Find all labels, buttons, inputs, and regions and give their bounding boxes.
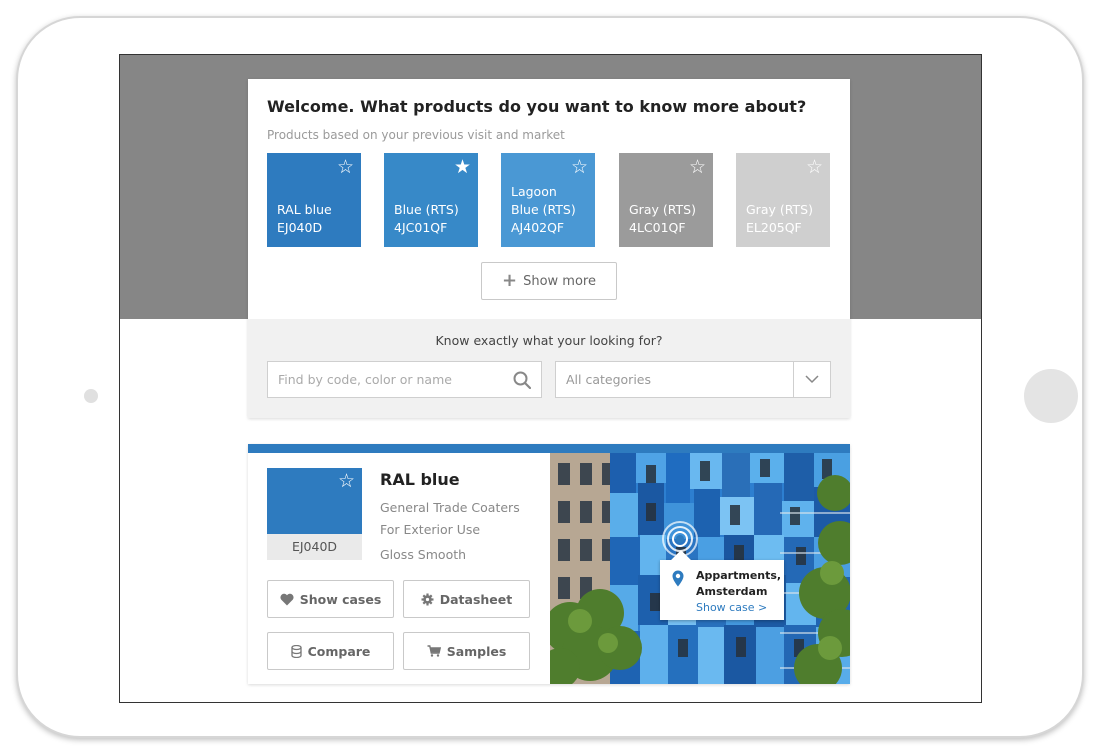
swatch-label: Blue (RTS) 4JC01QF xyxy=(394,201,459,237)
search-section: Know exactly what your looking for? All … xyxy=(248,319,850,418)
swatch-code: AJ402QF xyxy=(511,220,565,235)
show-case-link[interactable]: Show case > xyxy=(696,601,767,614)
product-name: RAL blue xyxy=(380,470,460,489)
welcome-title: Welcome. What products do you want to kn… xyxy=(267,97,807,116)
samples-button[interactable]: Samples xyxy=(403,632,530,670)
product-detail-finish: Gloss Smooth xyxy=(380,547,467,562)
star-outline-icon[interactable]: ☆ xyxy=(571,155,588,179)
swatch-label: RAL blue EJ040D xyxy=(277,201,332,237)
product-swatch-5[interactable]: ☆ Gray (RTS) EL205QF xyxy=(736,153,830,247)
swatch-label: Lagoon Blue (RTS) AJ402QF xyxy=(511,183,581,237)
heart-icon xyxy=(280,593,294,605)
cart-icon xyxy=(427,645,441,657)
star-outline-icon[interactable]: ☆ xyxy=(337,155,354,179)
swatch-name: RAL blue xyxy=(277,202,332,217)
datasheet-label: Datasheet xyxy=(439,591,513,607)
product-detail-segment: General Trade Coaters xyxy=(380,500,520,515)
chevron-down-icon xyxy=(805,375,819,384)
case-photo: Appartments, Amsterdam Show case > xyxy=(550,453,850,684)
star-outline-icon[interactable]: ☆ xyxy=(689,155,706,179)
category-select[interactable]: All categories xyxy=(555,361,831,398)
samples-label: Samples xyxy=(446,643,507,659)
welcome-card: Welcome. What products do you want to kn… xyxy=(248,79,850,418)
product-card: ☆ EJ040D RAL blue General Trade Coaters … xyxy=(248,444,850,684)
datasheet-button[interactable]: Datasheet xyxy=(403,580,530,618)
show-more-label: Show more xyxy=(523,273,596,289)
search-icon[interactable] xyxy=(513,371,531,389)
camera-dot xyxy=(84,389,98,403)
search-input[interactable] xyxy=(268,362,498,397)
product-accent-bar xyxy=(248,444,850,453)
star-filled-icon[interactable]: ★ xyxy=(454,155,471,179)
home-button[interactable] xyxy=(1024,369,1078,423)
star-outline-icon[interactable]: ☆ xyxy=(806,155,823,179)
swatch-label: Gray (RTS) 4LC01QF xyxy=(629,201,696,237)
product-swatch[interactable]: ☆ xyxy=(267,468,362,534)
database-icon xyxy=(290,644,302,658)
swatch-name: Gray (RTS) xyxy=(746,202,813,217)
gear-icon xyxy=(421,593,434,605)
product-swatch-3[interactable]: ☆ Lagoon Blue (RTS) AJ402QF xyxy=(501,153,595,247)
swatch-name: Gray (RTS) xyxy=(629,202,696,217)
category-dropdown-toggle[interactable] xyxy=(793,362,830,397)
swatch-code: EJ040D xyxy=(277,220,323,235)
search-box xyxy=(267,361,542,398)
show-cases-label: Show cases xyxy=(299,591,382,607)
location-pin-icon xyxy=(672,570,684,587)
plus-icon: + xyxy=(502,270,518,291)
product-swatch-1[interactable]: ☆ RAL blue EJ040D xyxy=(267,153,361,247)
product-swatch-4[interactable]: ☆ Gray (RTS) 4LC01QF xyxy=(619,153,713,247)
product-detail-usage: For Exterior Use xyxy=(380,522,481,537)
product-swatch-2[interactable]: ★ Blue (RTS) 4JC01QF xyxy=(384,153,478,247)
search-question: Know exactly what your looking for? xyxy=(435,333,663,348)
show-cases-button[interactable]: Show cases xyxy=(267,580,394,618)
app-screen: Welcome. What products do you want to kn… xyxy=(119,54,982,703)
compare-label: Compare xyxy=(307,643,371,659)
case-place: Appartments, Amsterdam xyxy=(696,569,782,598)
star-outline-icon[interactable]: ☆ xyxy=(338,470,355,492)
show-more-button[interactable]: + Show more xyxy=(481,262,617,300)
swatch-code: EL205QF xyxy=(746,220,802,235)
swatch-name: Lagoon Blue (RTS) xyxy=(511,184,576,217)
product-code: EJ040D xyxy=(267,534,362,560)
swatch-code: 4JC01QF xyxy=(394,220,448,235)
category-value: All categories xyxy=(566,372,651,387)
swatch-code: 4LC01QF xyxy=(629,220,686,235)
welcome-subtitle: Products based on your previous visit an… xyxy=(267,128,565,142)
case-location-popup[interactable]: Appartments, Amsterdam Show case > xyxy=(660,550,784,620)
compare-button[interactable]: Compare xyxy=(267,632,394,670)
swatch-label: Gray (RTS) EL205QF xyxy=(746,201,813,237)
swatch-name: Blue (RTS) xyxy=(394,202,459,217)
